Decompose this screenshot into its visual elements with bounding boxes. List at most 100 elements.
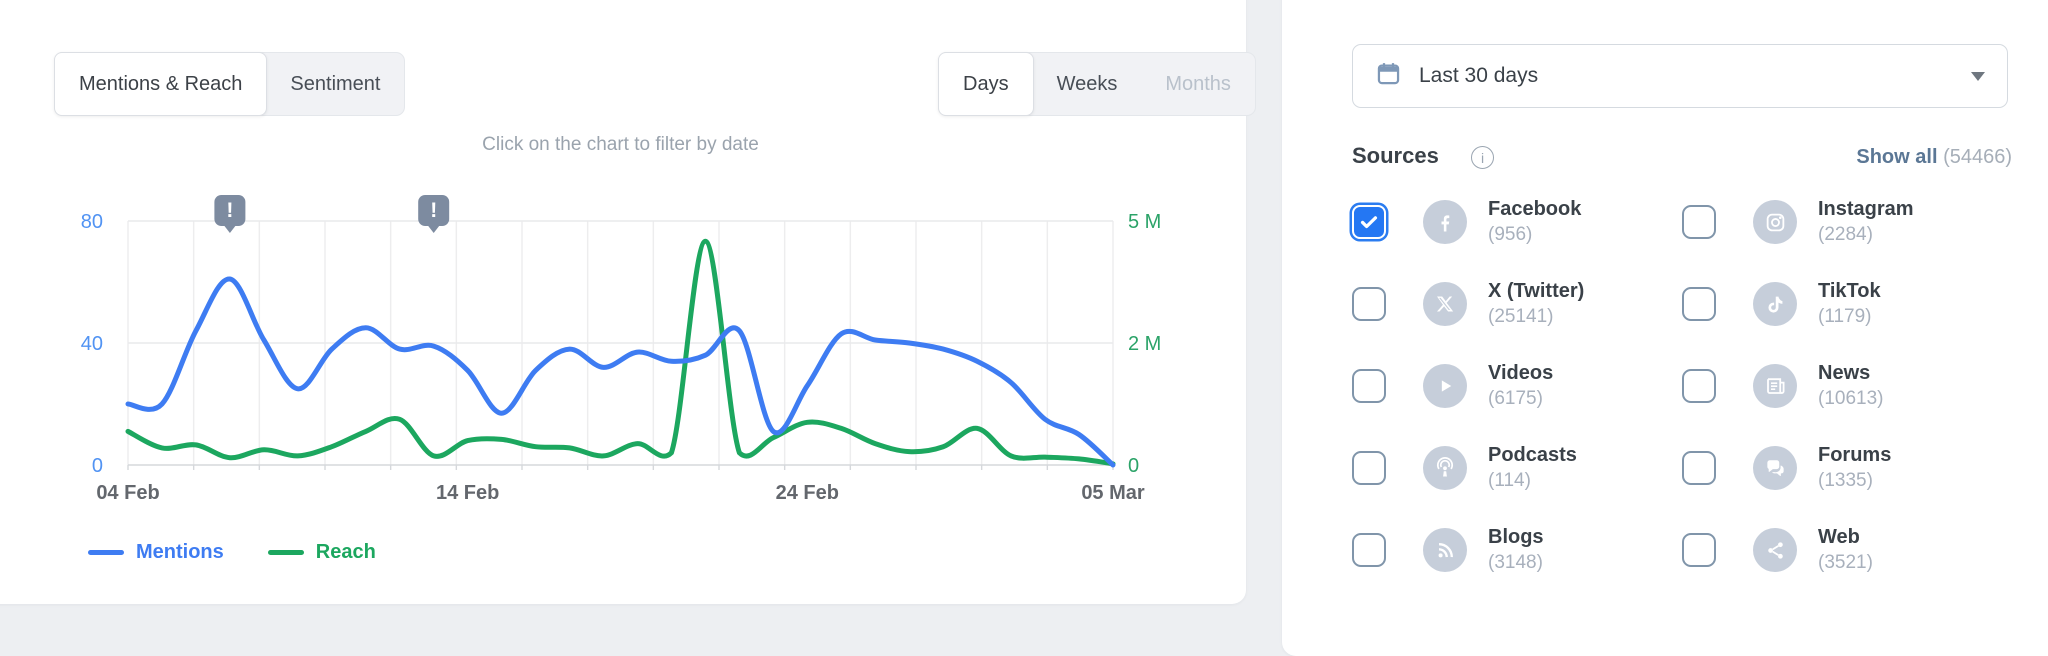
- mentions-reach-line-chart[interactable]: 0 40 80 0 2 M 5 M 04 Feb 14 Feb 24 Feb 05 Mar!!: [0, 165, 1240, 510]
- show-all-link[interactable]: Show all (54466): [1856, 146, 2012, 169]
- instagram-icon: [1753, 200, 1797, 244]
- podcasts-icon: [1423, 446, 1467, 490]
- granularity-days[interactable]: Days: [938, 52, 1034, 116]
- news-icon: [1753, 364, 1797, 408]
- svg-text:!: !: [430, 199, 437, 222]
- source-checkbox-videos[interactable]: [1352, 369, 1386, 403]
- tab-mentions-reach[interactable]: Mentions & Reach: [54, 52, 268, 116]
- legend-item-mentions[interactable]: Mentions: [88, 541, 224, 564]
- source-item-podcasts[interactable]: Podcasts (114): [1352, 427, 1682, 509]
- source-name: Videos: [1488, 362, 1554, 385]
- calendar-icon: [1375, 60, 1402, 92]
- source-item-instagram[interactable]: Instagram (2284): [1682, 181, 2012, 263]
- source-name: Blogs: [1488, 526, 1544, 549]
- source-labels: Forums (1335): [1818, 443, 1891, 493]
- forums-icon: [1753, 446, 1797, 490]
- source-checkbox-forums[interactable]: [1682, 451, 1716, 485]
- source-checkbox-x-twitter[interactable]: [1352, 287, 1386, 321]
- source-count: (6175): [1488, 388, 1543, 410]
- left-axis-tick-label: 80: [81, 211, 103, 233]
- source-labels: Instagram (2284): [1818, 197, 1914, 247]
- source-count: (3521): [1818, 552, 1873, 574]
- web-icon: [1753, 528, 1797, 572]
- source-name: Facebook: [1488, 198, 1582, 221]
- legend-item-reach[interactable]: Reach: [267, 541, 376, 564]
- source-count: (25141): [1488, 306, 1554, 328]
- legend-swatch: [267, 550, 304, 555]
- source-item-videos[interactable]: Videos (6175): [1352, 345, 1682, 427]
- source-item-blogs[interactable]: Blogs (3148): [1352, 509, 1682, 591]
- granularity-weeks[interactable]: Weeks: [1033, 53, 1142, 115]
- x-axis-tick-label: 14 Feb: [436, 482, 499, 504]
- right-axis-tick-label: 0: [1128, 455, 1139, 477]
- source-checkbox-news[interactable]: [1682, 369, 1716, 403]
- x-axis-tick-label: 05 Mar: [1081, 482, 1145, 504]
- source-checkbox-podcasts[interactable]: [1352, 451, 1386, 485]
- tiktok-icon: [1753, 282, 1797, 326]
- legend-label: Reach: [315, 541, 376, 563]
- source-name: News: [1818, 362, 1871, 385]
- source-count: (10613): [1818, 388, 1884, 410]
- left-axis-tick-label: 0: [92, 455, 103, 477]
- source-count: (1179): [1818, 306, 1872, 328]
- source-count: (2284): [1818, 224, 1873, 246]
- svg-text:!: !: [226, 199, 233, 222]
- source-labels: News (10613): [1818, 361, 1884, 411]
- source-labels: TikTok (1179): [1818, 279, 1881, 329]
- sources-total-count: (54466): [1943, 146, 2012, 168]
- sources-title: Sources: [1352, 143, 1439, 168]
- granularity-months: Months: [1165, 72, 1231, 95]
- source-checkbox-facebook[interactable]: [1352, 205, 1386, 239]
- source-checkbox-tiktok[interactable]: [1682, 287, 1716, 321]
- blogs-icon: [1423, 528, 1467, 572]
- reach-line[interactable]: [125, 238, 1116, 467]
- date-range-value: Last 30 days: [1419, 64, 1539, 87]
- source-count: (1335): [1818, 470, 1873, 492]
- source-name: Instagram: [1818, 198, 1914, 221]
- source-count: (3148): [1488, 552, 1543, 574]
- source-name: Web: [1818, 526, 1860, 549]
- legend-label: Mentions: [136, 541, 224, 563]
- source-labels: Facebook (956): [1488, 197, 1581, 247]
- source-item-news[interactable]: News (10613): [1682, 345, 2012, 427]
- source-item-x-twitter[interactable]: X (Twitter) (25141): [1352, 263, 1682, 345]
- source-labels: X (Twitter) (25141): [1488, 279, 1584, 329]
- chart-granularity-tabs: Days Weeks Months: [938, 52, 1256, 116]
- chevron-down-icon: [1971, 71, 1985, 81]
- legend-swatch: [88, 550, 124, 555]
- date-range-selector[interactable]: Last 30 days: [1352, 44, 2008, 108]
- alert-badge-icon[interactable]: !: [214, 195, 246, 233]
- source-labels: Podcasts (114): [1488, 443, 1577, 493]
- source-count: (114): [1488, 470, 1531, 492]
- source-item-forums[interactable]: Forums (1335): [1682, 427, 2012, 509]
- mentions-line[interactable]: [125, 276, 1116, 468]
- left-axis-tick-label: 40: [81, 333, 103, 355]
- source-item-tiktok[interactable]: TikTok (1179): [1682, 263, 2012, 345]
- videos-icon: [1423, 364, 1467, 408]
- source-checkbox-web[interactable]: [1682, 533, 1716, 567]
- source-labels: Blogs (3148): [1488, 525, 1544, 575]
- right-axis-tick-label: 2 M: [1128, 333, 1161, 355]
- show-all-label[interactable]: Show all: [1856, 146, 1937, 168]
- source-name: Podcasts: [1488, 444, 1577, 467]
- tab-sentiment[interactable]: Sentiment: [266, 53, 404, 115]
- source-labels: Web (3521): [1818, 525, 1873, 575]
- sources-list: Facebook (956) Instagram (2284) X (Twitter) (…: [1352, 181, 2032, 591]
- info-icon[interactable]: i: [1471, 146, 1494, 169]
- x-twitter-icon: [1423, 282, 1467, 326]
- source-item-facebook[interactable]: Facebook (956): [1352, 181, 1682, 263]
- source-name: TikTok: [1818, 280, 1881, 303]
- source-labels: Videos (6175): [1488, 361, 1553, 411]
- x-axis-tick-label: 04 Feb: [96, 482, 159, 504]
- chart-view-tabs: Mentions & Reach Sentiment: [54, 52, 406, 116]
- source-checkbox-blogs[interactable]: [1352, 533, 1386, 567]
- facebook-icon: [1423, 200, 1467, 244]
- x-axis-tick-label: 24 Feb: [776, 482, 839, 504]
- source-name: Forums: [1818, 444, 1892, 467]
- alert-badge-icon[interactable]: !: [418, 195, 450, 233]
- chart-hint-text: Click on the chart to filter by date: [482, 134, 759, 155]
- source-checkbox-instagram[interactable]: [1682, 205, 1716, 239]
- source-name: X (Twitter): [1488, 280, 1585, 303]
- source-count: (956): [1488, 224, 1533, 246]
- source-item-web[interactable]: Web (3521): [1682, 509, 2012, 591]
